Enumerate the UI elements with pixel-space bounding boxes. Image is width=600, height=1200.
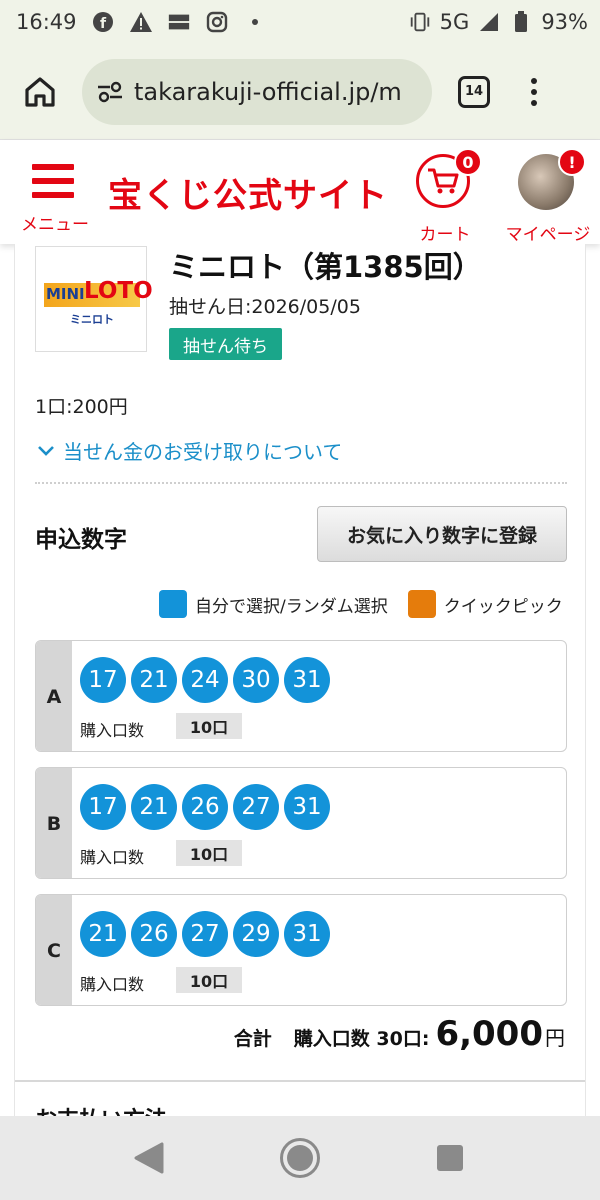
line-letter: C (36, 895, 72, 1005)
number-line-b: B 17 21 26 27 31 購入口数 10口 (35, 767, 567, 879)
browser-toolbar: takarakuji-official.jp/m 14 (0, 44, 600, 140)
status-badge: 抽せん待ち (169, 328, 282, 360)
vibrate-icon (408, 10, 432, 34)
home-icon (25, 76, 55, 107)
network-type: 5G (439, 10, 470, 34)
browser-menu-icon[interactable] (524, 77, 544, 106)
notification-icons: f (91, 10, 267, 34)
number-ball: 26 (131, 911, 177, 957)
register-favorite-button[interactable]: お気に入り数字に登録 (317, 506, 567, 562)
back-icon[interactable] (134, 1142, 164, 1174)
logo-loto-text: LOTO (84, 278, 153, 304)
chevron-down-icon (38, 445, 54, 456)
status-time: 16:49 (16, 10, 77, 34)
number-balls: 17 21 24 30 31 (80, 657, 330, 703)
facebook-icon: f (91, 10, 115, 34)
more-notifications-dot-icon (243, 10, 267, 34)
payment-method-title: お支払い方法 (35, 1102, 167, 1116)
number-ball: 24 (182, 657, 228, 703)
recent-apps-icon[interactable] (437, 1145, 463, 1171)
line-letter: A (36, 641, 72, 751)
site-settings-icon[interactable] (96, 80, 124, 104)
cart-button[interactable]: 0 カート (412, 148, 482, 245)
prize-info-link[interactable]: 当せん金のお受け取りについて (37, 436, 342, 465)
logo-sub-text: ミニロト (70, 313, 114, 326)
warning-icon (129, 10, 153, 34)
total-amount: 6,000 (435, 1014, 543, 1054)
number-ball: 29 (233, 911, 279, 957)
temu-icon (167, 10, 191, 34)
legend-item-quickpick: クイックピック (407, 590, 563, 618)
quantity-label: 購入口数 (80, 848, 145, 867)
menu-label: メニュー (21, 215, 89, 235)
total-unit: 円 (545, 1026, 565, 1050)
site-header: メニュー 宝くじ公式サイト 0 カート ! マイページ (0, 140, 600, 245)
number-ball: 31 (284, 911, 330, 957)
legend-item-manual: 自分で選択/ランダム選択 (159, 590, 388, 618)
number-ball: 21 (131, 657, 177, 703)
number-ball: 27 (233, 784, 279, 830)
mypage-alert-badge: ! (558, 148, 586, 176)
number-line-c: C 21 26 27 29 31 購入口数 10口 (35, 894, 567, 1006)
number-ball: 31 (284, 657, 330, 703)
legend-swatch-orange (407, 590, 436, 618)
legend-label-manual: 自分で選択/ランダム選択 (195, 596, 388, 617)
number-ball: 27 (182, 911, 228, 957)
prize-info-link-text: 当せん金のお受け取りについて (63, 440, 343, 464)
cart-count-badge: 0 (454, 148, 482, 176)
section-divider (15, 1080, 585, 1082)
dotted-divider (35, 482, 567, 484)
address-bar[interactable]: takarakuji-official.jp/m (82, 58, 432, 125)
legend-swatch-blue (159, 590, 187, 618)
number-balls: 17 21 26 27 31 (80, 784, 330, 830)
number-balls: 21 26 27 29 31 (80, 911, 330, 957)
ticket-detail-card: MINI LOTO ミニロト ミニロト（第1385回） 抽せん日:2026/05… (14, 244, 586, 1116)
logo-mini-text: MINI (46, 285, 85, 303)
instagram-icon (205, 10, 229, 34)
quantity-label: 購入口数 (80, 721, 145, 740)
number-ball: 17 (80, 657, 126, 703)
cart-label: カート (419, 225, 471, 245)
number-ball: 30 (233, 657, 279, 703)
site-logo[interactable]: 宝くじ公式サイト (108, 168, 388, 217)
quantity-label: 購入口数 (80, 975, 145, 994)
number-ball: 17 (80, 784, 126, 830)
total-summary: 合計 購入口数 30口: 6,000 円 (234, 1014, 565, 1054)
quantity-value: 10口 (176, 840, 242, 866)
quantity-value: 10口 (176, 713, 242, 739)
signal-icon (477, 10, 501, 34)
status-bar: 16:49 f 5G 93% (0, 0, 600, 44)
hamburger-icon (32, 164, 74, 206)
battery-icon (509, 10, 533, 34)
number-line-a: A 17 21 24 30 31 購入口数 10口 (35, 640, 567, 752)
battery-level: 93% (541, 10, 588, 34)
system-nav-bar (0, 1116, 600, 1200)
number-ball: 31 (284, 784, 330, 830)
number-ball: 21 (80, 911, 126, 957)
tab-switcher-button[interactable]: 14 (458, 75, 490, 108)
legend-label-quickpick: クイックピック (443, 596, 563, 617)
total-label: 合計 (233, 1028, 272, 1050)
number-ball: 21 (131, 784, 177, 830)
home-nav-icon[interactable] (280, 1138, 320, 1178)
quantity-value: 10口 (176, 967, 242, 993)
lottery-title: ミニロト（第1385回） (169, 250, 482, 284)
miniloto-logo: MINI LOTO ミニロト (35, 246, 153, 352)
number-ball: 26 (182, 784, 228, 830)
menu-button[interactable]: メニュー (20, 154, 89, 235)
mypage-label: マイページ (505, 225, 591, 245)
total-count: 購入口数 30口: (293, 1028, 430, 1050)
svg-text:f: f (100, 16, 107, 32)
home-button[interactable] (14, 66, 66, 118)
url-text: takarakuji-official.jp/m (134, 77, 402, 106)
mypage-button[interactable]: ! マイページ (500, 148, 596, 245)
selected-numbers-title: 申込数字 (35, 527, 127, 553)
draw-date: 抽せん日:2026/05/05 (169, 296, 361, 318)
line-letter: B (36, 768, 72, 878)
unit-price: 1口:200円 (35, 396, 128, 418)
legend: 自分で選択/ランダム選択 クイックピック (159, 590, 583, 618)
